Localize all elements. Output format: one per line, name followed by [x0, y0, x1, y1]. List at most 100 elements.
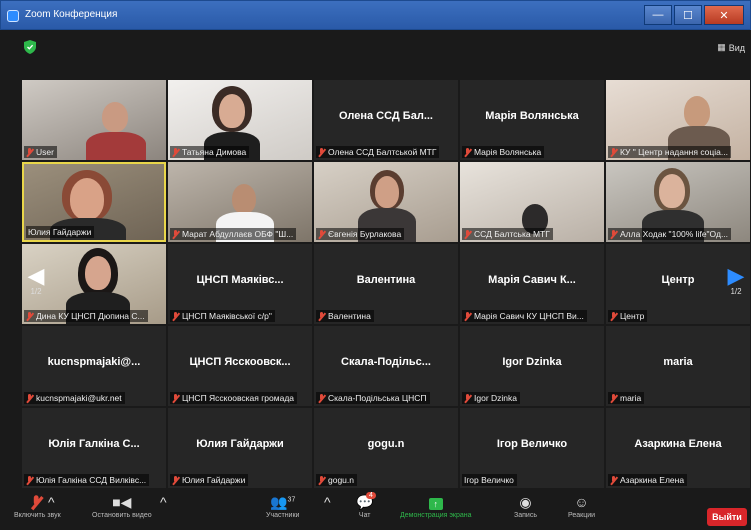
mic-muted-icon	[172, 147, 180, 157]
audio-label: Включить звук	[14, 512, 61, 519]
mic-muted-icon	[610, 475, 618, 485]
participant-label: Центр	[608, 310, 648, 322]
chevron-right-icon: ▶	[727, 262, 745, 288]
mic-muted-icon	[172, 475, 180, 485]
mic-muted-icon	[318, 229, 326, 239]
mic-muted-icon	[26, 475, 34, 485]
participant-label: КУ " Центр надання соціа...	[608, 146, 731, 158]
participant-label: Алла Ходак "100% life"Од...	[608, 228, 732, 240]
name-tile[interactable]: maria maria	[606, 326, 750, 406]
view-button[interactable]: ▦ Вид	[717, 42, 745, 53]
chat-label: Чат	[358, 512, 371, 519]
name-tile[interactable]: Скала-Подільс... Скала-Подільська ЦНСП	[314, 326, 458, 406]
mic-muted-icon	[464, 393, 472, 403]
mic-muted-icon	[26, 393, 34, 403]
participant-label: gogu.n	[316, 474, 357, 486]
participant-face	[375, 176, 399, 208]
video-tile[interactable]: Марат Абдуллаєв ОБФ "Ш...	[168, 162, 312, 242]
video-tile[interactable]: User	[22, 80, 166, 160]
video-tile[interactable]: Євгенія Бурлакова	[314, 162, 458, 242]
view-label: Вид	[728, 42, 745, 53]
video-tile[interactable]: КУ " Центр надання соціа...	[606, 80, 750, 160]
name-tile[interactable]: Валентина Валентина	[314, 244, 458, 324]
mic-muted-icon	[610, 147, 618, 157]
previous-page-button[interactable]: ◀ 1/2	[24, 250, 48, 310]
participant-face	[70, 178, 104, 220]
participant-display-name: Олена ССД Бал...	[338, 110, 433, 122]
participant-label: Татьяна Димова	[170, 146, 250, 158]
participant-display-name: ЦНСП Ясскоовск...	[189, 356, 291, 368]
mic-muted-icon	[26, 147, 34, 157]
chevron-up-icon: ^	[160, 494, 167, 510]
participants-options-button[interactable]: ^	[324, 494, 331, 512]
window-title: Zoom Конференция	[25, 9, 118, 20]
name-tile[interactable]: Юлія Галкіна С... Юлія Галкіна ССД Вилкі…	[22, 408, 166, 488]
video-camera-icon: ■◀	[112, 494, 132, 510]
mic-muted-icon	[318, 311, 326, 321]
participant-display-name: Марія Волянська	[485, 110, 579, 122]
participants-button[interactable]: 👥37 Участники	[266, 494, 299, 519]
participant-body	[86, 132, 146, 160]
name-tile[interactable]: Азаркина Елена Азаркина Елена	[606, 408, 750, 488]
participant-face	[85, 256, 111, 290]
participant-label: Дина КУ ЦНСП Дюпина С...	[24, 310, 148, 322]
mic-muted-icon	[610, 311, 618, 321]
record-icon: ◉	[519, 494, 532, 510]
reactions-button[interactable]: ☺ Реакции	[568, 494, 595, 519]
video-options-button[interactable]: ^	[160, 494, 167, 512]
close-button[interactable]: ✕	[704, 5, 744, 25]
participants-icon: 👥37	[270, 494, 296, 510]
share-screen-icon: ↑	[428, 494, 443, 512]
video-tile[interactable]: ССД Балтська МТГ	[460, 162, 604, 242]
mic-muted-icon	[610, 393, 618, 403]
participants-count: 37	[287, 496, 296, 504]
mic-muted-icon	[318, 475, 326, 485]
chevron-up-icon: ^	[324, 494, 331, 510]
leave-meeting-button[interactable]: Выйти	[707, 508, 747, 526]
page-indicator: 1/2	[730, 286, 742, 296]
stop-video-button[interactable]: ■◀ Остановить видео	[92, 494, 152, 519]
chat-button[interactable]: 💬 4 Чат	[356, 492, 376, 519]
participant-display-name: Валентина	[356, 274, 416, 286]
participant-label: Скала-Подільська ЦНСП	[316, 392, 430, 404]
mic-muted-icon	[318, 147, 326, 157]
name-tile[interactable]: Марія Волянська Марія Волянська	[460, 80, 604, 160]
name-tile[interactable]: ЦНСП Маяківс... ЦНСП Маяківської с/р"	[168, 244, 312, 324]
video-tile-active-speaker[interactable]: Юлия Гайдаржи	[22, 162, 166, 242]
chat-unread-badge: 4	[366, 492, 376, 499]
name-tile[interactable]: gogu.n gogu.n	[314, 408, 458, 488]
name-tile[interactable]: Юлия Гайдаржи Юлия Гайдаржи	[168, 408, 312, 488]
record-label: Запись	[514, 512, 537, 519]
minimize-button[interactable]: —	[644, 5, 672, 25]
video-tile[interactable]: Татьяна Димова	[168, 80, 312, 160]
share-screen-button[interactable]: ↑ Демонстрация экрана	[400, 494, 472, 519]
name-tile[interactable]: Марія Савич К... Марія Савич КУ ЦНСП Ви.…	[460, 244, 604, 324]
participant-label: ССД Балтська МТГ	[462, 228, 553, 240]
audio-options-button[interactable]: ^	[48, 494, 55, 512]
participant-face	[232, 184, 256, 214]
participant-display-name: Igor Dzinka	[502, 356, 562, 368]
participant-display-name: Юлія Галкіна С...	[48, 438, 140, 450]
video-tile[interactable]: Алла Ходак "100% life"Од...	[606, 162, 750, 242]
mic-muted-icon	[33, 494, 41, 512]
participant-label: Марат Абдуллаєв ОБФ "Ш...	[170, 228, 297, 240]
next-page-button[interactable]: ▶ 1/2	[724, 250, 748, 310]
participants-label: Участники	[266, 512, 300, 519]
window-titlebar: Zoom Конференция — ☐ ✕	[0, 0, 751, 30]
zoom-app-icon	[7, 10, 19, 22]
participant-label: Igor Dzinka	[462, 392, 520, 404]
maximize-button[interactable]: ☐	[674, 5, 702, 25]
participant-display-name: Азаркина Елена	[634, 438, 722, 450]
mic-muted-icon	[610, 229, 618, 239]
page-indicator: 1/2	[30, 286, 42, 296]
name-tile[interactable]: kucnspmajaki@... kucnspmajaki@ukr.net	[22, 326, 166, 406]
participant-face	[684, 96, 710, 128]
chevron-up-icon: ^	[48, 494, 55, 510]
gallery-grid: User Татьяна Димова Олена ССД Бал... Оле…	[22, 80, 750, 492]
record-button[interactable]: ◉ Запись	[514, 494, 537, 519]
security-shield-icon[interactable]	[24, 40, 36, 54]
name-tile[interactable]: Igor Dzinka Igor Dzinka	[460, 326, 604, 406]
name-tile[interactable]: Олена ССД Бал... Олена ССД Балтськой МТГ	[314, 80, 458, 160]
name-tile[interactable]: Ігор Величко Ігор Величко	[460, 408, 604, 488]
name-tile[interactable]: ЦНСП Ясскоовск... ЦНСП Ясскоовская грома…	[168, 326, 312, 406]
